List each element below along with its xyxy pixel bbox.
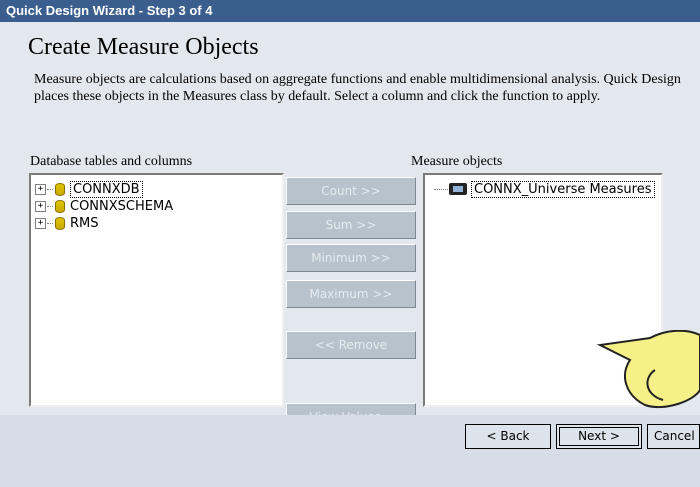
tree-item-label: RMS (70, 215, 99, 231)
database-tables-label: Database tables and columns (30, 154, 193, 169)
remove-button[interactable]: << Remove (286, 331, 416, 359)
window-title: Quick Design Wizard - Step 3 of 4 (6, 3, 213, 18)
database-icon (55, 216, 65, 230)
expand-icon[interactable]: + (35, 183, 46, 195)
database-icon (55, 182, 65, 196)
tree-connector (47, 205, 53, 207)
window-titlebar: Quick Design Wizard - Step 3 of 4 (0, 0, 700, 22)
tree-item-connxdb[interactable]: + CONNXDB (35, 180, 143, 198)
callout-outline (596, 330, 700, 409)
tree-item-connxschema[interactable]: + CONNXSCHEMA (35, 197, 173, 215)
minimum-button[interactable]: Minimum >> (286, 244, 416, 272)
page-description: Measure objects are calculations based o… (34, 72, 681, 104)
sum-button[interactable]: Sum >> (286, 211, 416, 239)
tree-item-universe-measures[interactable]: CONNX_Universe Measures (433, 180, 655, 198)
tree-item-rms[interactable]: + RMS (35, 214, 99, 232)
tree-connector (47, 222, 53, 224)
tree-item-label: CONNX_Universe Measures (471, 180, 655, 198)
database-icon (55, 199, 65, 213)
measure-objects-label: Measure objects (411, 154, 503, 169)
expand-icon[interactable]: + (35, 200, 46, 212)
next-button[interactable]: Next > (556, 424, 642, 449)
maximum-button[interactable]: Maximum >> (286, 280, 416, 308)
tree-item-label: CONNXDB (70, 180, 143, 198)
tree-item-label: CONNXSCHEMA (70, 198, 174, 214)
speech-bubble-callout-icon (596, 330, 700, 409)
measures-class-icon (449, 183, 467, 195)
back-button[interactable]: < Back (465, 424, 551, 449)
expand-icon[interactable]: + (35, 217, 46, 229)
database-tree[interactable]: + CONNXDB + CONNXSCHEMA + RMS (29, 173, 284, 407)
tree-connector (434, 188, 448, 190)
cancel-button[interactable]: Cancel (647, 424, 700, 449)
tree-connector (47, 188, 53, 190)
count-button[interactable]: Count >> (286, 177, 416, 205)
page-title: Create Measure Objects (28, 34, 259, 60)
